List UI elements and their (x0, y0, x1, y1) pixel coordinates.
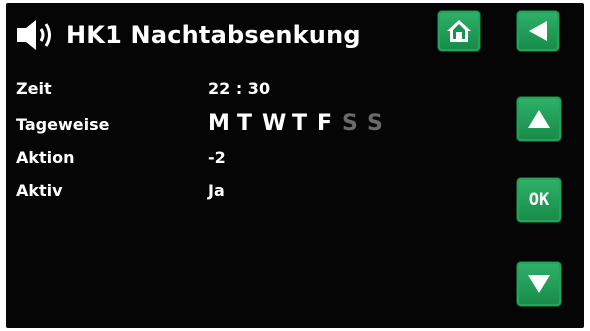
ok-button[interactable]: OK (517, 178, 561, 222)
back-button[interactable] (517, 11, 559, 51)
up-arrow-icon (526, 108, 552, 130)
day-monday[interactable]: M (208, 111, 234, 136)
speaker-icon (16, 17, 58, 53)
aktion-value[interactable]: -2 (208, 148, 226, 167)
home-icon (445, 18, 473, 44)
day-friday[interactable]: F (317, 111, 339, 136)
aktiv-label: Aktiv (16, 181, 63, 200)
zeit-label: Zeit (16, 79, 52, 98)
page-title: HK1 Nachtabsenkung (66, 21, 361, 49)
down-button[interactable] (517, 262, 561, 306)
weekday-selector[interactable]: M T W T F S S (208, 111, 392, 136)
day-sunday[interactable]: S (367, 111, 389, 136)
day-tuesday[interactable]: T (237, 111, 259, 136)
display-screen: HK1 Nachtabsenkung Zeit 22 : 30 Tageweis… (6, 3, 584, 328)
home-button[interactable] (438, 11, 480, 51)
aktion-label: Aktion (16, 148, 75, 167)
aktiv-value[interactable]: Ja (208, 181, 225, 200)
tageweise-label: Tageweise (16, 115, 110, 134)
ok-label: OK (528, 190, 550, 210)
day-wednesday[interactable]: W (262, 111, 289, 136)
day-saturday[interactable]: S (342, 111, 364, 136)
zeit-value[interactable]: 22 : 30 (208, 79, 270, 98)
down-arrow-icon (526, 273, 552, 295)
header: HK1 Nachtabsenkung (16, 15, 361, 55)
day-thursday[interactable]: T (292, 111, 314, 136)
back-arrow-icon (526, 19, 550, 43)
up-button[interactable] (517, 97, 561, 141)
